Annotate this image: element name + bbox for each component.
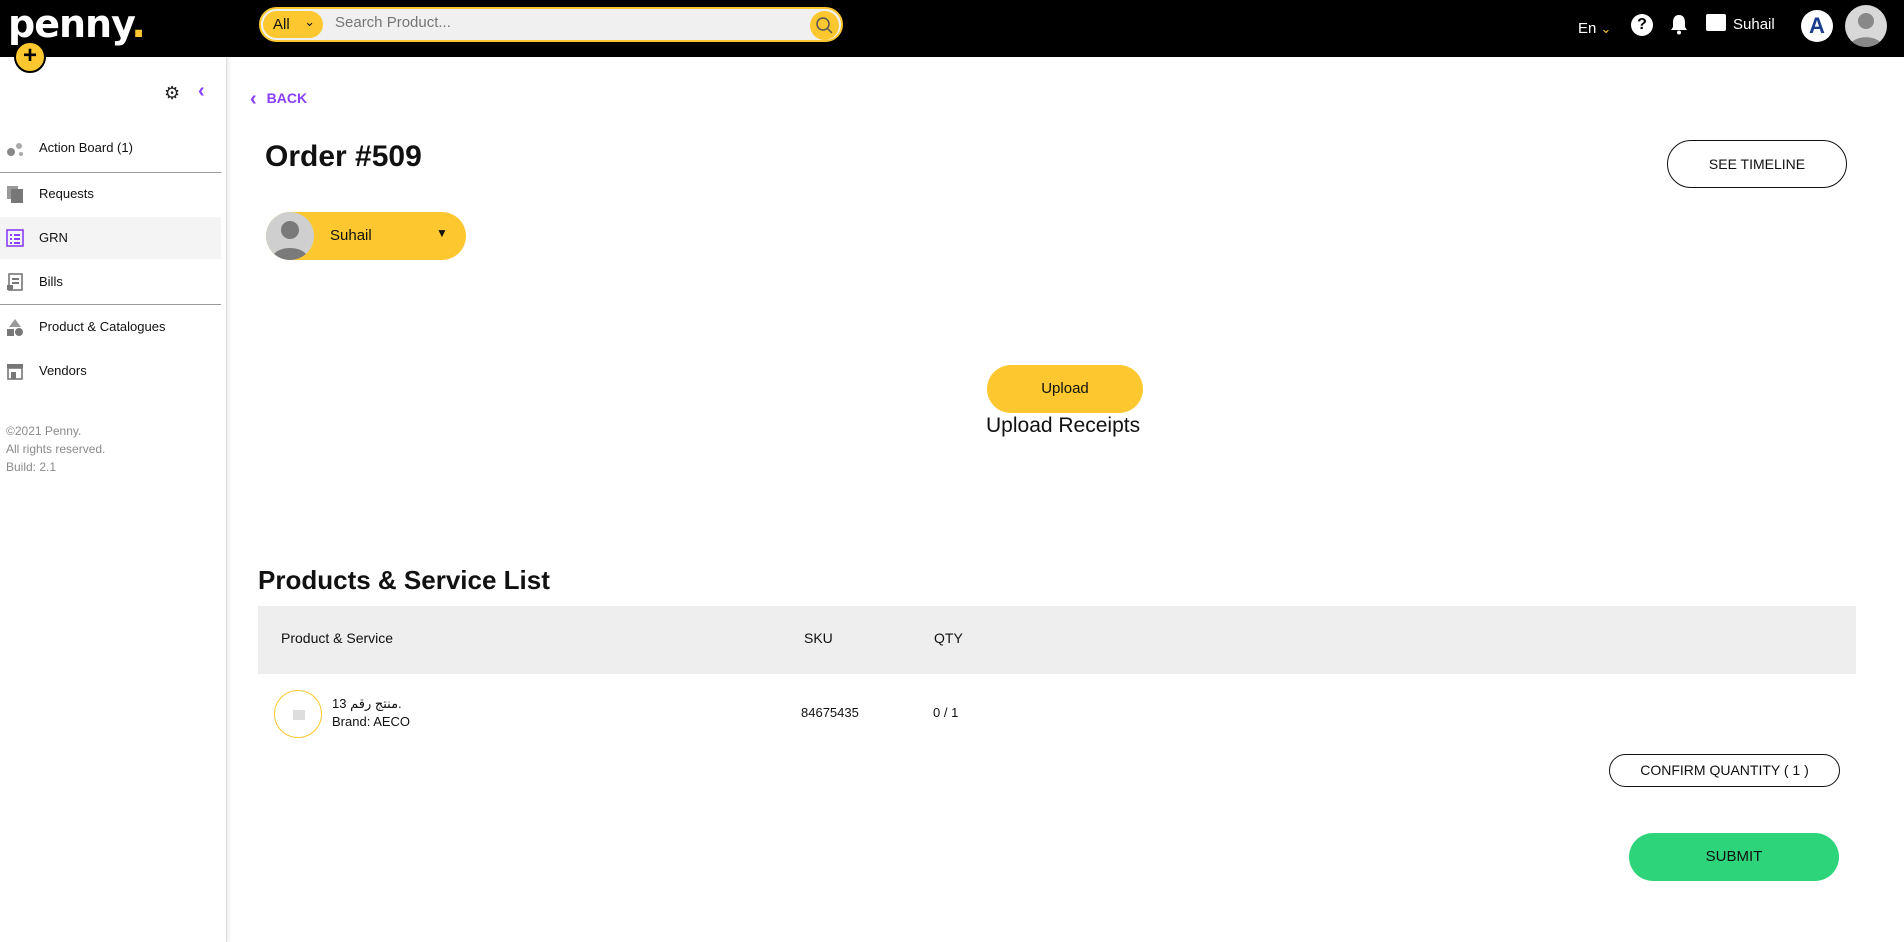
topbar-username[interactable]: Suhail	[1733, 16, 1775, 73]
sidebar-item-label: Action Board (1)	[39, 140, 133, 155]
sidebar-item-label: Vendors	[39, 363, 87, 378]
chevron-down-icon: ⌄	[304, 14, 315, 29]
search-input[interactable]	[335, 14, 795, 31]
product-brand: Brand: AECO	[332, 714, 411, 729]
caret-down-icon: ▼	[436, 226, 448, 240]
language-selector[interactable]: En ⌄	[1578, 20, 1611, 77]
sidebar-item-label: Bills	[39, 274, 63, 289]
chevron-down-icon: ⌄	[1600, 21, 1612, 36]
chat-icon[interactable]	[1706, 14, 1726, 31]
sidebar-item-label: Product & Catalogues	[39, 319, 166, 334]
chevron-left-icon: ‹	[250, 88, 257, 110]
search-bar: All ⌄	[259, 7, 843, 42]
product-name: منتج رقم 13.	[332, 696, 402, 711]
vendors-icon	[6, 362, 24, 380]
add-button[interactable]: +	[14, 41, 46, 73]
penny-logo[interactable]: penny.	[8, 2, 146, 46]
table-row: منتج رقم 13. Brand: AECO 84675435 0 / 1	[258, 684, 1856, 744]
build-text: Build: 2.1	[6, 460, 57, 474]
top-bar: penny. All⌄ En ⌄ ? Suhail A	[0, 0, 1904, 57]
sidebar-item-action-board[interactable]: Action Board (1)	[0, 127, 221, 169]
sidebar-item-bills[interactable]: Bills	[0, 261, 221, 303]
column-header-qty: QTY	[934, 630, 963, 646]
table-header: Product & Service SKU QTY	[258, 606, 1856, 674]
product-qty: 0 / 1	[933, 705, 959, 720]
copyright-text: ©2021 Penny.	[6, 424, 82, 438]
sidebar-item-requests[interactable]: Requests	[0, 173, 221, 215]
bills-icon	[6, 273, 24, 291]
page-title: Order #509	[265, 140, 422, 173]
search-scope-dropdown[interactable]: All ⌄	[263, 11, 323, 38]
see-timeline-button[interactable]: SEE TIMELINE	[1667, 140, 1847, 188]
assignee-dropdown[interactable]: Suhail ▼	[266, 212, 466, 260]
requests-icon	[6, 185, 24, 203]
submit-button[interactable]: SUBMIT	[1629, 833, 1839, 881]
product-sku: 84675435	[801, 705, 859, 720]
column-header-product: Product & Service	[281, 630, 394, 646]
user-avatar[interactable]	[1845, 5, 1887, 47]
confirm-quantity-button[interactable]: CONFIRM QUANTITY ( 1 )	[1609, 754, 1840, 787]
sidebar-item-vendors[interactable]: Vendors	[0, 350, 221, 392]
section-title: Products & Service List	[258, 565, 550, 595]
sidebar-item-product-catalogues[interactable]: Product & Catalogues	[0, 306, 221, 348]
gear-icon[interactable]: ⚙	[164, 83, 180, 104]
assignee-name: Suhail	[330, 227, 372, 244]
back-link[interactable]: ‹ BACK	[250, 86, 307, 110]
help-icon[interactable]: ?	[1631, 14, 1653, 36]
product-thumbnail	[274, 690, 322, 738]
upload-caption: Upload Receipts	[986, 414, 1141, 437]
action-board-icon	[6, 139, 24, 157]
grn-icon	[6, 229, 24, 247]
upload-button[interactable]: Upload	[987, 365, 1143, 413]
search-icon[interactable]	[810, 11, 839, 40]
divider	[0, 304, 221, 305]
bell-icon[interactable]	[1669, 13, 1689, 70]
collapse-sidebar-icon[interactable]: ‹	[198, 80, 205, 103]
rights-text: All rights reserved.	[6, 442, 106, 456]
avatar	[266, 212, 314, 260]
sidebar-item-grn[interactable]: GRN	[0, 217, 221, 259]
sidebar-item-label: Requests	[39, 186, 94, 201]
sidebar-footer: ©2021 Penny. All rights reserved. Build:…	[6, 422, 105, 476]
company-logo-icon[interactable]: A	[1801, 10, 1833, 42]
sidebar: ⚙ ‹ Action Board (1) Requests GRN Bills …	[0, 57, 227, 942]
catalogue-icon	[6, 318, 24, 336]
sidebar-item-label: GRN	[39, 230, 68, 245]
column-header-sku: SKU	[804, 630, 833, 646]
